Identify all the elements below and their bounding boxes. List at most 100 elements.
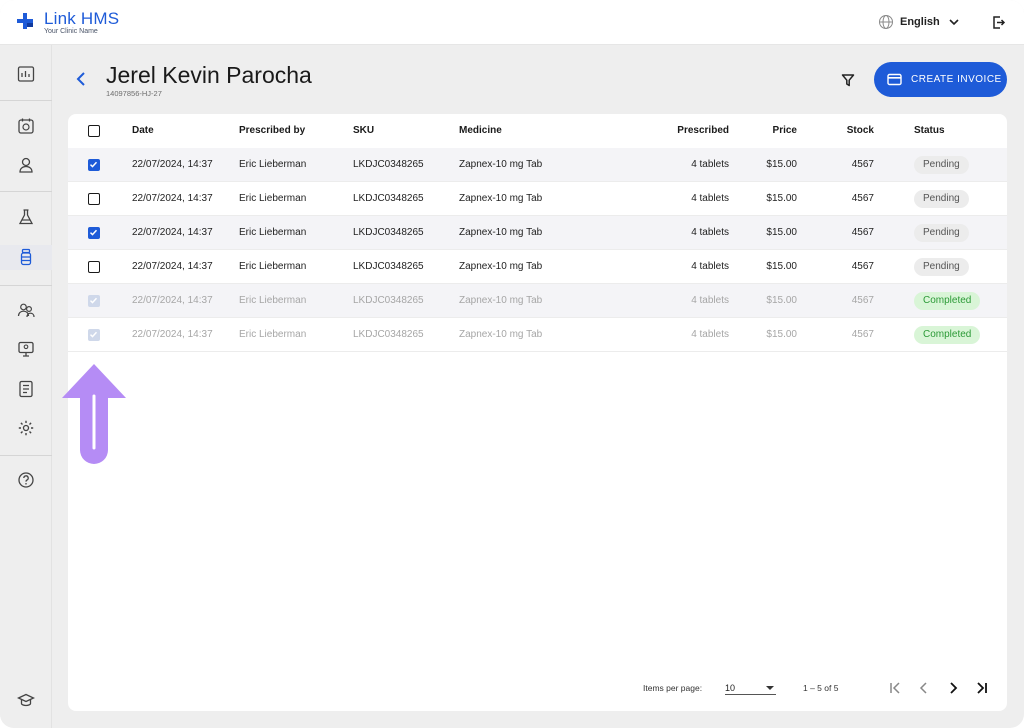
- cell-price: $15.00: [766, 227, 797, 238]
- medicine-bottle-icon[interactable]: [17, 248, 35, 266]
- cell-date: 22/07/2024, 14:37: [132, 159, 213, 170]
- dropdown-caret-icon: [766, 686, 774, 690]
- cell-date: 22/07/2024, 14:37: [132, 193, 213, 204]
- table-header-row: Date Prescribed by SKU Medicine Prescrib…: [68, 114, 1007, 148]
- select-all-checkbox[interactable]: [88, 125, 100, 137]
- header-medicine[interactable]: Medicine: [459, 114, 502, 148]
- table-row: 22/07/2024, 14:37 Eric Lieberman LKDJC0348…: [68, 284, 1007, 318]
- app-frame: Link HMS Your Clinic Name English Jerel …: [0, 0, 1024, 728]
- lab-flask-icon[interactable]: [17, 208, 35, 226]
- cell-prescribed-by: Eric Lieberman: [239, 227, 307, 238]
- clinic-name: Your Clinic Name: [44, 28, 98, 35]
- header-status[interactable]: Status: [914, 114, 945, 148]
- cell-sku: LKDJC0348265: [353, 261, 424, 272]
- pagination-range: 1 – 5 of 5: [803, 683, 839, 693]
- settings-gear-icon[interactable]: [17, 419, 35, 437]
- status-badge: Completed: [914, 292, 981, 310]
- calendar-icon[interactable]: [17, 117, 35, 135]
- row-checkbox[interactable]: [88, 159, 100, 171]
- language-label: English: [900, 16, 940, 28]
- report-icon[interactable]: [17, 380, 35, 398]
- cell-sku: LKDJC0348265: [353, 295, 424, 306]
- previous-page-icon[interactable]: [917, 681, 931, 695]
- cell-stock: 4567: [851, 159, 874, 170]
- back-arrow-icon[interactable]: [74, 71, 88, 87]
- header-price[interactable]: Price: [748, 114, 797, 148]
- credit-card-icon: [887, 73, 902, 86]
- chevron-down-icon: [949, 19, 959, 26]
- cell-prescribed-by: Eric Lieberman: [239, 159, 307, 170]
- checkmark-icon: [89, 297, 98, 304]
- cell-stock: 4567: [851, 227, 874, 238]
- table-row[interactable]: 22/07/2024, 14:37 Eric Lieberman LKDJC0348…: [68, 250, 1007, 284]
- cell-prescribed: 4 tablets: [691, 261, 729, 272]
- cell-stock: 4567: [851, 295, 874, 306]
- cell-price: $15.00: [766, 295, 797, 306]
- cell-status: Pending: [914, 216, 969, 250]
- logout-icon[interactable]: [991, 15, 1006, 30]
- last-page-icon[interactable]: [975, 681, 989, 695]
- items-per-page-select[interactable]: 10: [725, 679, 776, 695]
- cell-prescribed: 4 tablets: [691, 329, 729, 340]
- filter-icon[interactable]: [841, 73, 855, 87]
- cell-price: $15.00: [766, 193, 797, 204]
- language-selector[interactable]: English: [878, 14, 960, 30]
- sidebar: [0, 45, 52, 728]
- graduation-cap-icon[interactable]: [17, 691, 35, 709]
- create-invoice-button[interactable]: CREATE INVOICE: [874, 62, 1007, 97]
- cell-date: 22/07/2024, 14:37: [132, 227, 213, 238]
- sidebar-divider: [0, 191, 52, 192]
- header-prescribed-by[interactable]: Prescribed by: [239, 114, 305, 148]
- prescriptions-table: Date Prescribed by SKU Medicine Prescrib…: [68, 114, 1007, 711]
- next-page-icon[interactable]: [946, 681, 960, 695]
- header-prescribed[interactable]: Prescribed: [658, 114, 729, 148]
- header-date[interactable]: Date: [132, 114, 154, 148]
- items-per-page-value: 10: [725, 683, 736, 693]
- row-checkbox[interactable]: [88, 227, 100, 239]
- items-per-page-label: Items per page:: [643, 683, 703, 693]
- status-badge: Completed: [914, 326, 981, 344]
- cell-medicine: Zapnex-10 mg Tab: [459, 193, 543, 204]
- table-row[interactable]: 22/07/2024, 14:37 Eric Lieberman LKDJC0348…: [68, 148, 1007, 182]
- checkmark-icon: [89, 331, 98, 338]
- cell-medicine: Zapnex-10 mg Tab: [459, 295, 543, 306]
- cell-sku: LKDJC0348265: [353, 193, 424, 204]
- row-checkbox: [88, 295, 100, 307]
- table-row[interactable]: 22/07/2024, 14:37 Eric Lieberman LKDJC0348…: [68, 216, 1007, 250]
- row-checkbox[interactable]: [88, 193, 100, 205]
- patients-group-icon[interactable]: [17, 301, 35, 319]
- patient-id: 14097856-HJ-27: [106, 89, 162, 98]
- cell-prescribed-by: Eric Lieberman: [239, 295, 307, 306]
- row-checkbox[interactable]: [88, 261, 100, 273]
- cell-stock: 4567: [851, 193, 874, 204]
- header-sku[interactable]: SKU: [353, 114, 374, 148]
- header-stock[interactable]: Stock: [834, 114, 874, 148]
- brand-name: Link HMS: [44, 9, 120, 28]
- cell-prescribed-by: Eric Lieberman: [239, 329, 307, 340]
- cell-sku: LKDJC0348265: [353, 329, 424, 340]
- status-badge: Pending: [914, 190, 969, 208]
- help-icon[interactable]: [17, 471, 35, 489]
- logo[interactable]: Link HMS Your Clinic Name: [16, 10, 119, 36]
- first-page-icon[interactable]: [888, 681, 902, 695]
- table-row[interactable]: 22/07/2024, 14:37 Eric Lieberman LKDJC0348…: [68, 182, 1007, 216]
- cell-prescribed: 4 tablets: [691, 227, 729, 238]
- cell-prescribed: 4 tablets: [691, 295, 729, 306]
- status-badge: Pending: [914, 258, 969, 276]
- cell-status: Completed: [914, 318, 981, 352]
- cell-date: 22/07/2024, 14:37: [132, 329, 213, 340]
- top-bar: Link HMS Your Clinic Name English: [0, 0, 1024, 45]
- cell-prescribed-by: Eric Lieberman: [239, 261, 307, 272]
- cell-medicine: Zapnex-10 mg Tab: [459, 159, 543, 170]
- cell-prescribed-by: Eric Lieberman: [239, 193, 307, 204]
- dashboard-icon[interactable]: [17, 65, 35, 83]
- monitor-icon[interactable]: [17, 340, 35, 358]
- page-title: Jerel Kevin Parocha: [106, 62, 312, 88]
- cell-date: 22/07/2024, 14:37: [132, 295, 213, 306]
- cell-price: $15.00: [766, 159, 797, 170]
- person-icon[interactable]: [17, 156, 35, 174]
- logo-cross-icon: [17, 13, 33, 29]
- cell-medicine: Zapnex-10 mg Tab: [459, 329, 543, 340]
- cell-stock: 4567: [851, 261, 874, 272]
- cell-date: 22/07/2024, 14:37: [132, 261, 213, 272]
